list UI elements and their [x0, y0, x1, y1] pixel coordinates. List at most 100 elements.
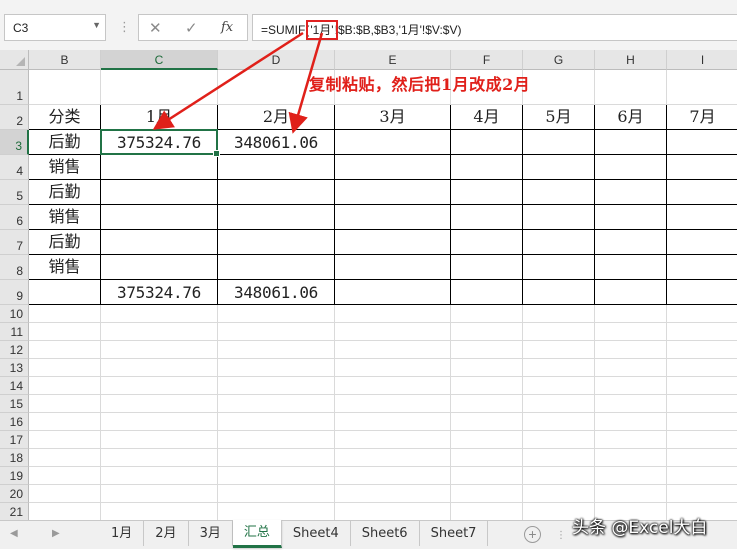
cell-b7[interactable]: 后勤	[29, 230, 101, 255]
cell-c20[interactable]	[101, 485, 218, 503]
cell-b14[interactable]	[29, 377, 101, 395]
cell-b20[interactable]	[29, 485, 101, 503]
cell-g20[interactable]	[523, 485, 595, 503]
cell-d14[interactable]	[218, 377, 335, 395]
cell-e20[interactable]	[335, 485, 451, 503]
row-header-17[interactable]: 17	[0, 431, 29, 449]
cell-h10[interactable]	[595, 305, 667, 323]
cell-h5[interactable]	[595, 180, 667, 205]
select-all-corner[interactable]	[0, 50, 29, 70]
row-header-11[interactable]: 11	[0, 323, 29, 341]
cell-h3[interactable]	[595, 130, 667, 155]
cell-e13[interactable]	[335, 359, 451, 377]
cell-e11[interactable]	[335, 323, 451, 341]
prev-sheet-icon[interactable]: ◀	[10, 528, 18, 539]
cell-d16[interactable]	[218, 413, 335, 431]
cell-e9[interactable]	[335, 280, 451, 305]
tab-split-handle-icon[interactable]: ⋮	[556, 530, 568, 541]
column-header-d[interactable]: D	[218, 50, 335, 70]
column-header-e[interactable]: E	[335, 50, 451, 70]
cell-f6[interactable]	[451, 205, 523, 230]
cell-i15[interactable]	[667, 395, 737, 413]
cell-d2[interactable]: 2月	[218, 105, 335, 130]
cell-i9[interactable]	[667, 280, 737, 305]
cell-e6[interactable]	[335, 205, 451, 230]
cell-d7[interactable]	[218, 230, 335, 255]
cell-h8[interactable]	[595, 255, 667, 280]
row-header-13[interactable]: 13	[0, 359, 29, 377]
cell-g5[interactable]	[523, 180, 595, 205]
cell-d4[interactable]	[218, 155, 335, 180]
cell-c10[interactable]	[101, 305, 218, 323]
cell-f10[interactable]	[451, 305, 523, 323]
cell-b9[interactable]	[29, 280, 101, 305]
cell-h6[interactable]	[595, 205, 667, 230]
row-header-8[interactable]: 8	[0, 255, 29, 280]
cell-f5[interactable]	[451, 180, 523, 205]
cell-e10[interactable]	[335, 305, 451, 323]
name-box[interactable]: C3 ▼	[4, 14, 106, 41]
cell-i16[interactable]	[667, 413, 737, 431]
sheet-tab-4[interactable]: Sheet4	[282, 521, 351, 546]
cancel-icon[interactable]: ✕	[149, 19, 162, 37]
cell-h1[interactable]	[595, 70, 667, 105]
cell-f7[interactable]	[451, 230, 523, 255]
cell-g9[interactable]	[523, 280, 595, 305]
cell-g19[interactable]	[523, 467, 595, 485]
row-header-3[interactable]: 3	[0, 130, 29, 155]
cell-g6[interactable]	[523, 205, 595, 230]
cell-i13[interactable]	[667, 359, 737, 377]
cell-i7[interactable]	[667, 230, 737, 255]
cell-b4[interactable]: 销售	[29, 155, 101, 180]
cell-d3[interactable]: 348061.06	[218, 130, 335, 155]
cell-g13[interactable]	[523, 359, 595, 377]
cell-i14[interactable]	[667, 377, 737, 395]
cell-c13[interactable]	[101, 359, 218, 377]
cell-d5[interactable]	[218, 180, 335, 205]
row-header-7[interactable]: 7	[0, 230, 29, 255]
cell-d19[interactable]	[218, 467, 335, 485]
cell-f17[interactable]	[451, 431, 523, 449]
cell-e5[interactable]	[335, 180, 451, 205]
spreadsheet-grid[interactable]: B C D E F G H I 1 2 3 4 5 6 7 8 9 10 11 12 13 14 15 16 17 18 19 20 2…	[0, 50, 737, 520]
cell-d15[interactable]	[218, 395, 335, 413]
row-header-2[interactable]: 2	[0, 105, 29, 130]
row-header-18[interactable]: 18	[0, 449, 29, 467]
add-sheet-icon[interactable]: +	[524, 526, 541, 543]
column-header-c[interactable]: C	[101, 50, 218, 70]
cell-d20[interactable]	[218, 485, 335, 503]
cell-i4[interactable]	[667, 155, 737, 180]
next-sheet-icon[interactable]: ▶	[52, 528, 60, 539]
column-header-b[interactable]: B	[29, 50, 101, 70]
cell-d21[interactable]	[218, 503, 335, 520]
row-header-4[interactable]: 4	[0, 155, 29, 180]
cell-e17[interactable]	[335, 431, 451, 449]
cell-h15[interactable]	[595, 395, 667, 413]
cell-b15[interactable]	[29, 395, 101, 413]
cell-f18[interactable]	[451, 449, 523, 467]
enter-icon[interactable]: ✓	[185, 19, 198, 37]
formula-input[interactable]: =SUMIF('1月'!$B:$B,$B3,'1月'!$V:$V)	[252, 14, 737, 41]
cell-i18[interactable]	[667, 449, 737, 467]
cell-g14[interactable]	[523, 377, 595, 395]
cell-f15[interactable]	[451, 395, 523, 413]
cell-h2[interactable]: 6月	[595, 105, 667, 130]
cell-c19[interactable]	[101, 467, 218, 485]
cell-g15[interactable]	[523, 395, 595, 413]
cell-d17[interactable]	[218, 431, 335, 449]
cell-h18[interactable]	[595, 449, 667, 467]
cell-c5[interactable]	[101, 180, 218, 205]
cell-c17[interactable]	[101, 431, 218, 449]
cell-c4[interactable]	[101, 155, 218, 180]
cell-i12[interactable]	[667, 341, 737, 359]
cell-b11[interactable]	[29, 323, 101, 341]
cell-b2[interactable]: 分类	[29, 105, 101, 130]
cell-b16[interactable]	[29, 413, 101, 431]
cell-g18[interactable]	[523, 449, 595, 467]
cell-f20[interactable]	[451, 485, 523, 503]
cell-h12[interactable]	[595, 341, 667, 359]
cell-c16[interactable]	[101, 413, 218, 431]
cell-b17[interactable]	[29, 431, 101, 449]
cell-e15[interactable]	[335, 395, 451, 413]
cell-h4[interactable]	[595, 155, 667, 180]
